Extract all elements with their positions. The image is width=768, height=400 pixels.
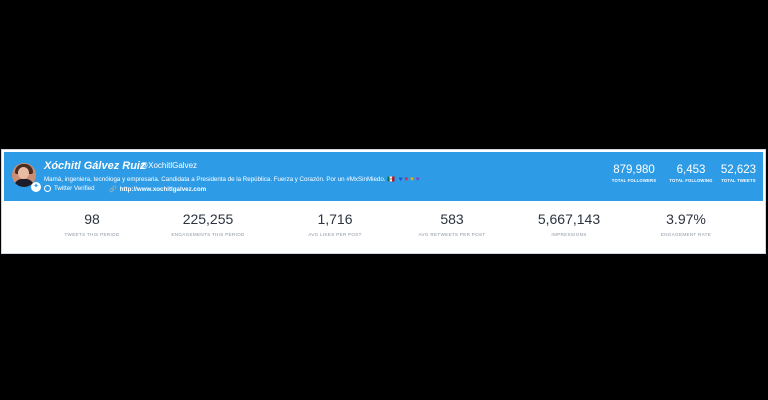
verified-icon — [44, 185, 51, 192]
stat-value: 3.97% — [666, 211, 706, 227]
profile-header: ✦ Xóchitl Gálvez Ruiz @XochitlGalvez Mam… — [4, 152, 763, 201]
profile-name: Xóchitl Gálvez Ruiz — [44, 160, 146, 172]
stat-label: AVG RETWEETS PER POST — [418, 232, 486, 237]
profile-bio: Mamá, ingeniera, tecnóloga y empresaria.… — [44, 175, 420, 183]
total-following-label: TOTAL FOLLOWING — [669, 178, 713, 183]
stat-avg-retweets: 583 AVG RETWEETS PER POST — [392, 211, 512, 237]
period-stats: 98 TWEETS THIS PERIOD 225,255 ENGAGEMENT… — [4, 201, 763, 251]
verified-status: Twitter Verified — [44, 185, 95, 192]
twitter-bird-icon: ✦ — [31, 182, 41, 192]
stat-label: ENGAGEMENT RATE — [660, 232, 712, 237]
total-followers: 879,980 TOTAL FOLLOWERS — [604, 164, 664, 183]
red-heart-icon: ♥ — [404, 176, 409, 183]
total-tweets-value: 52,623 — [720, 164, 757, 176]
total-followers-value: 879,980 — [613, 164, 655, 176]
stat-engagements-this-period: 225,255 ENGAGEMENTS THIS PERIOD — [148, 211, 268, 237]
total-following-value: 6,453 — [676, 164, 706, 176]
stat-value: 1,716 — [317, 211, 353, 227]
link-icon: 🔗 — [109, 186, 117, 193]
blue-heart-icon: ♥ — [398, 176, 403, 183]
stat-label: ENGAGEMENTS THIS PERIOD — [171, 232, 245, 237]
stat-value: 225,255 — [182, 211, 234, 227]
stat-avg-likes: 1,716 AVG LIKES PER POST — [275, 211, 395, 237]
stat-label: IMPRESSIONS — [551, 232, 587, 237]
stat-label: TWEETS THIS PERIOD — [64, 232, 120, 237]
stat-value: 583 — [440, 211, 464, 227]
hearts: ♥ ♥ ♥ ♥ — [399, 176, 420, 183]
profile-stats-card: ✦ Xóchitl Gálvez Ruiz @XochitlGalvez Mam… — [1, 149, 766, 254]
website-link[interactable]: 🔗 http://www.xochitlgalvez.com — [109, 185, 206, 194]
stat-engagement-rate: 3.97% ENGAGEMENT RATE — [626, 211, 746, 237]
total-following: 6,453 TOTAL FOLLOWING — [667, 164, 715, 183]
stat-value: 98 — [84, 211, 100, 227]
profile-bio-text: Mamá, ingeniera, tecnóloga y empresaria.… — [44, 176, 395, 183]
stat-tweets-this-period: 98 TWEETS THIS PERIOD — [32, 211, 152, 237]
verified-label: Twitter Verified — [54, 185, 95, 192]
stat-label: AVG LIKES PER POST — [308, 232, 362, 237]
website-url[interactable]: http://www.xochitlgalvez.com — [120, 186, 206, 193]
total-tweets: 52,623 TOTAL TWEETS — [716, 164, 761, 183]
total-tweets-label: TOTAL TWEETS — [721, 178, 756, 183]
purple-heart-icon: ♥ — [415, 176, 420, 183]
yellow-heart-icon: ♥ — [410, 176, 414, 183]
stat-value: 5,667,143 — [537, 211, 601, 227]
stat-impressions: 5,667,143 IMPRESSIONS — [509, 211, 629, 237]
total-followers-label: TOTAL FOLLOWERS — [611, 178, 657, 183]
profile-handle[interactable]: @XochitlGalvez — [140, 161, 197, 170]
